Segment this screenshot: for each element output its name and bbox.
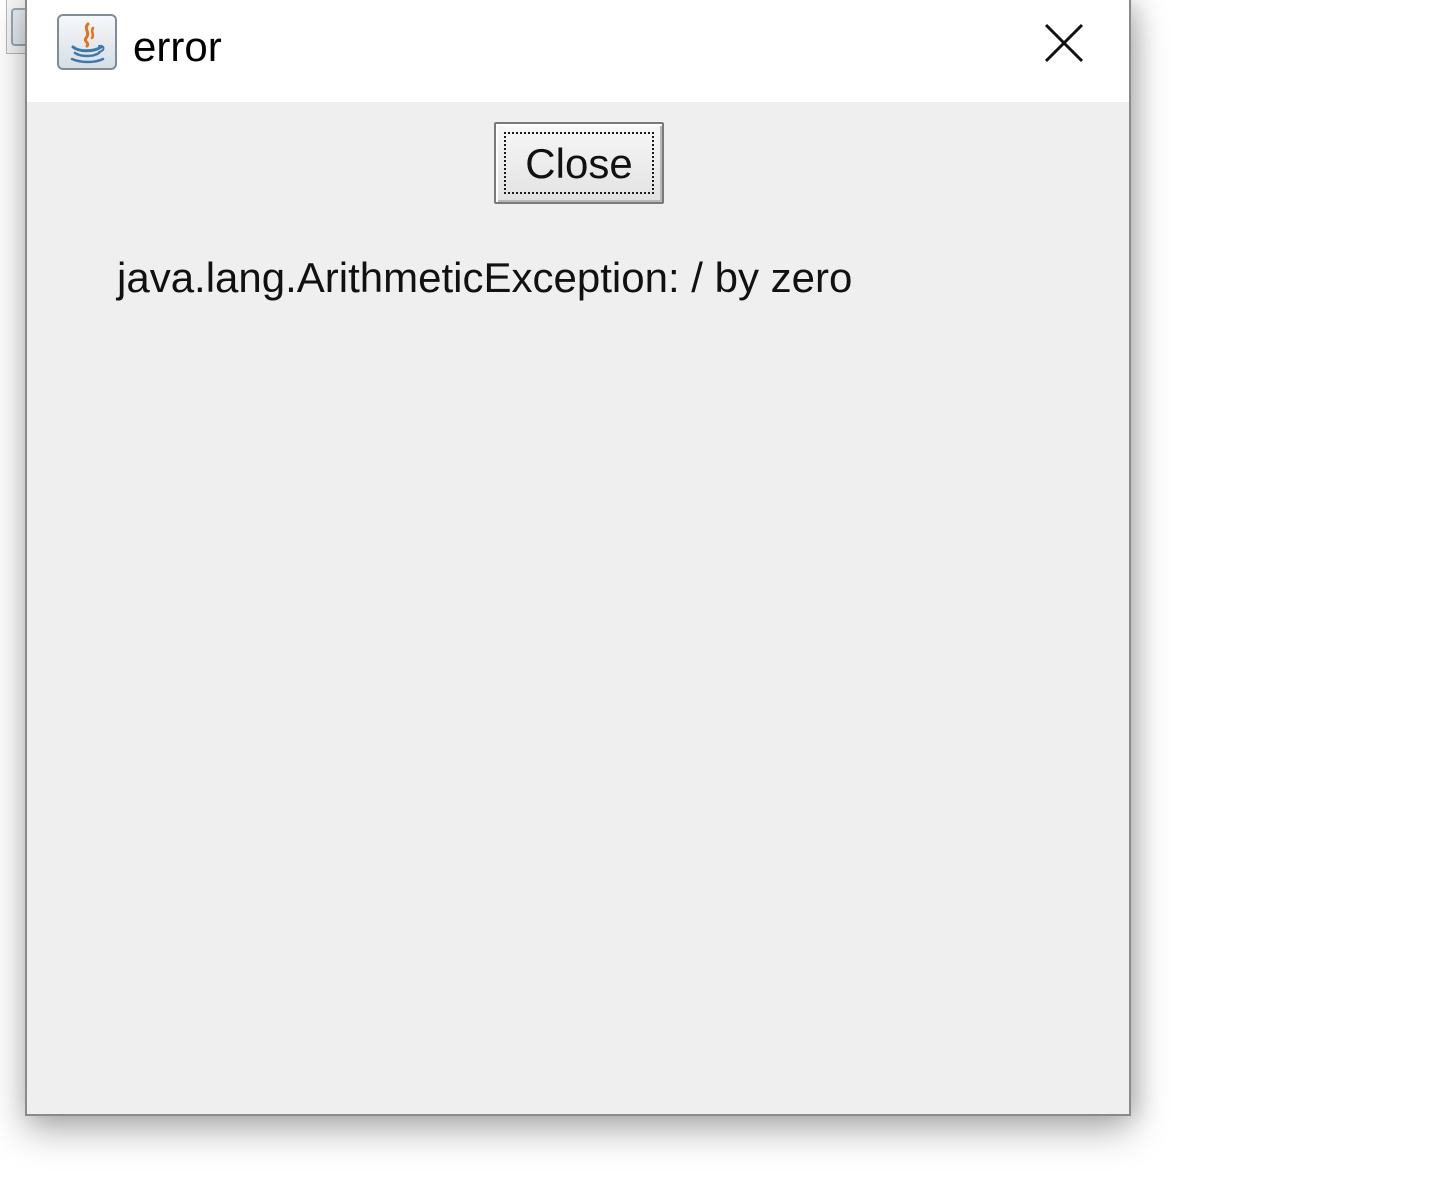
window-title: error: [133, 23, 222, 70]
title-bar[interactable]: error: [27, 0, 1129, 102]
close-button-label: Close: [525, 140, 633, 187]
close-button[interactable]: Close: [494, 122, 664, 204]
error-dialog: error Close java.lang.ArithmeticExceptio…: [25, 0, 1131, 1116]
error-message: java.lang.ArithmeticException: / by zero: [117, 254, 853, 301]
close-icon[interactable]: [1037, 16, 1091, 70]
java-icon: [57, 14, 117, 70]
